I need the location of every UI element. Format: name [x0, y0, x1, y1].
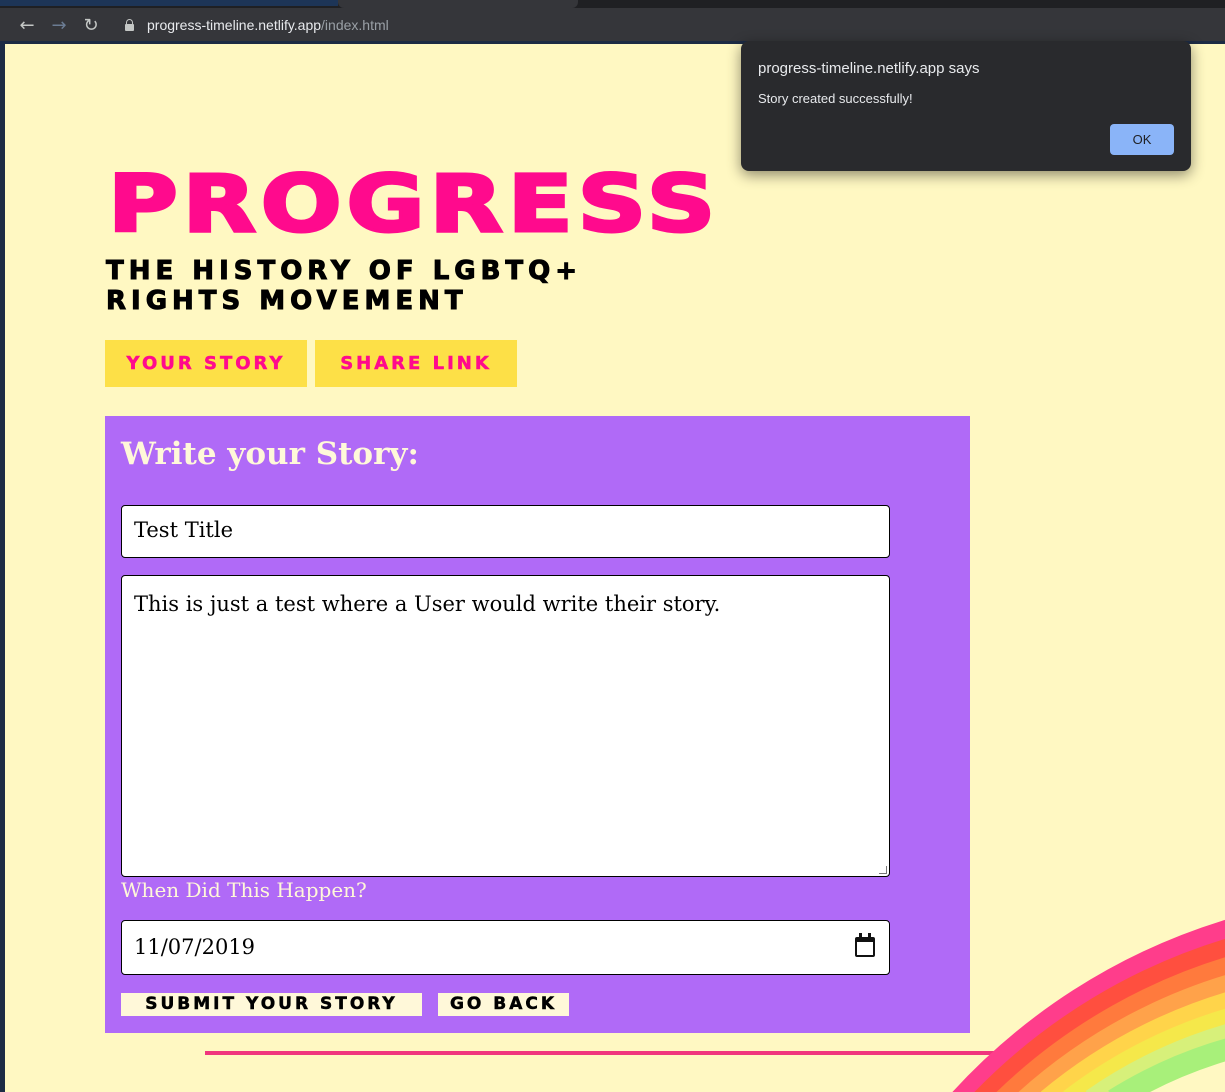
- resize-handle-icon[interactable]: [879, 866, 887, 874]
- address-bar[interactable]: progress-timeline.netlify.app/index.html: [147, 17, 389, 33]
- active-tab-accent: [0, 0, 338, 6]
- url-host: progress-timeline.netlify.app: [147, 17, 322, 33]
- alert-ok-button[interactable]: OK: [1110, 124, 1174, 155]
- lock-icon[interactable]: [125, 19, 134, 31]
- date-value: 11/07/2019: [134, 935, 256, 959]
- browser-tab-strip: [0, 0, 1225, 8]
- alert-dialog: progress-timeline.netlify.app says Story…: [741, 41, 1191, 171]
- back-arrow-icon[interactable]: ←: [15, 14, 39, 38]
- rainbow-decoration: [952, 919, 1225, 1092]
- forward-arrow-icon[interactable]: →: [47, 14, 71, 38]
- story-title-input[interactable]: Test Title: [121, 505, 890, 558]
- url-path: /index.html: [321, 17, 389, 33]
- window-edge: [0, 44, 5, 1092]
- date-input[interactable]: 11/07/2019: [121, 920, 890, 975]
- share-link-button[interactable]: SHARE LINK: [315, 340, 517, 387]
- story-textarea[interactable]: This is just a test where a User would w…: [121, 575, 890, 877]
- date-label: When Did This Happen?: [121, 878, 367, 902]
- story-text: This is just a test where a User would w…: [134, 592, 721, 616]
- submit-story-button[interactable]: SUBMIT YOUR STORY: [121, 993, 422, 1016]
- browser-tab[interactable]: [338, 0, 578, 8]
- alert-message: Story created successfully!: [758, 91, 913, 106]
- site-logo-title: PROGRESS: [106, 159, 721, 252]
- go-back-button[interactable]: GO BACK: [438, 993, 569, 1016]
- calendar-icon[interactable]: [855, 933, 875, 957]
- site-subtitle: THE HISTORY OF LGBTQ+ RIGHTS MOVEMENT: [106, 256, 583, 317]
- alert-title: progress-timeline.netlify.app says: [758, 60, 980, 77]
- browser-toolbar: ← → ↻ progress-timeline.netlify.app/inde…: [0, 8, 1225, 44]
- reload-icon[interactable]: ↻: [79, 14, 103, 38]
- form-heading: Write your Story:: [121, 436, 419, 472]
- story-form-card: Write your Story: Test Title This is jus…: [105, 416, 970, 1033]
- your-story-button[interactable]: YOUR STORY: [105, 340, 307, 387]
